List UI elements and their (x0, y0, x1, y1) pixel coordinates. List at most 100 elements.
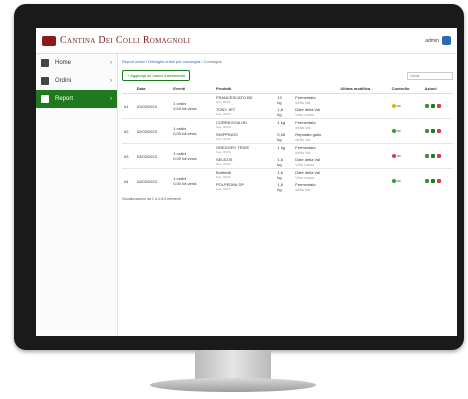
delete-icon[interactable] (436, 179, 441, 183)
product-cell[interactable]: POLPEDINI DP Seq. 00/00 (214, 181, 275, 193)
table-row: #1 01/03/2023 1 ordini 0,00 tot.vend. FRANCE… (122, 93, 453, 119)
desc-line-2: della Val (295, 137, 311, 142)
product-cell[interactable]: GREGORY TRIVE Seq. 00/00 (214, 143, 276, 156)
last-modified-cell (338, 93, 390, 119)
product-code: Seq. 00/00 (216, 125, 231, 129)
row-number: #2 (122, 118, 135, 144)
table-row: #2 02/03/2023 1 ordini 0,00 tot.vend. CORREG… (122, 118, 453, 144)
eventi-total: 0,00 tot.vend. (173, 131, 198, 136)
product-cell[interactable]: SELEZIS Seq. 00/00 (214, 156, 275, 169)
qty-unit: kg (277, 187, 282, 192)
view-icon[interactable] (424, 179, 429, 183)
status-dot-icon (391, 153, 396, 158)
table-header-row: Data Eventi Prodotti Ultima modifica Con… (122, 84, 453, 94)
desc-cell: Fermentato della Val (293, 118, 339, 131)
edit-icon[interactable] (430, 154, 435, 158)
sidebar-item-report[interactable]: Report › (36, 90, 117, 108)
orders-table: Data Eventi Prodotti Ultima modifica Con… (122, 84, 453, 193)
row-eventi: 1 ordini 0,00 tot.vend. (171, 118, 214, 144)
sidebar-item-ordini[interactable]: Ordini › (36, 72, 117, 90)
table-body: #1 01/03/2023 1 ordini 0,00 tot.vend. FRANCE… (122, 93, 453, 193)
qty-cell: 1 kg (275, 118, 294, 131)
row-date: 02/03/2023 (134, 118, 172, 144)
user-name: admin (425, 37, 439, 44)
col-data[interactable]: Data (134, 84, 172, 94)
col-controllo[interactable]: Controllo (389, 84, 423, 94)
qty-cell: 1,6 kg (275, 106, 293, 119)
edit-icon[interactable] (430, 129, 435, 133)
table-footer: Visualizzazione da 1 a 4 di 4 elementi (122, 197, 181, 201)
product-code: Seq. 00/00 (216, 150, 231, 154)
status-badge: no (391, 178, 401, 183)
home-icon (41, 59, 49, 67)
monitor-frame: Cantina Dei Colli Romagnoli admin Home ›… (14, 4, 464, 350)
desc-cell: Fermentato della Val (293, 143, 339, 156)
last-modified-cell (338, 118, 390, 144)
desc-cell: Date della Val Vino rosso (293, 168, 339, 181)
product-code: Seq. 00/00 (216, 175, 231, 179)
row-date: 04/03/2023 (134, 168, 172, 193)
qty-cell: 1,6 kg (275, 156, 293, 169)
desc-cell: Fermentato della Val (293, 181, 338, 193)
qty-cell: 1,6 kg (275, 181, 293, 193)
product-code: Seq. 00/00 (216, 187, 231, 191)
desc-line-2: Vino rosso (295, 162, 315, 167)
status-dot-icon (391, 128, 396, 133)
breadcrumb-root[interactable]: Report ordini (122, 59, 145, 64)
last-modified-cell (338, 168, 390, 193)
product-cell[interactable]: CORREGGIA HD Seq. 00/00 (214, 118, 276, 131)
product-cell[interactable]: FRANCESCATO BD Seq. 00/00 (214, 93, 276, 106)
product-cell[interactable]: Bottinelli Seq. 00/00 (214, 168, 276, 181)
status-badge: no (391, 128, 401, 133)
control-cell: no (389, 118, 423, 144)
col-eventi[interactable]: Eventi (171, 84, 214, 94)
brand[interactable]: Cantina Dei Colli Romagnoli (42, 35, 190, 46)
delete-icon[interactable] (436, 104, 441, 108)
desc-line-2: della Val (295, 150, 311, 155)
status-badge: no (391, 103, 401, 108)
monitor-base (150, 378, 316, 392)
edit-icon[interactable] (430, 104, 435, 108)
breadcrumb-middle[interactable]: Dettaglio ordini per consegna (148, 59, 200, 64)
chevron-right-icon: › (110, 60, 112, 66)
status-dot-icon (391, 178, 396, 183)
qty-cell: 12 kg (275, 93, 294, 106)
edit-icon[interactable] (430, 179, 435, 183)
row-eventi: 1 ordini 0,00 tot.vend. (171, 143, 214, 169)
status-badge: no (391, 153, 401, 158)
delete-icon[interactable] (436, 154, 441, 158)
product-cell[interactable]: SHIPPINGS Seq. 00/00 (214, 131, 275, 144)
product-cell[interactable]: TONY JET Seq. 00/00 (214, 106, 275, 119)
row-date: 03/03/2023 (134, 143, 172, 169)
qty-unit: kg (277, 100, 282, 105)
desc-line-2: della Val (295, 100, 311, 105)
desc-cell: Date della Val Vino rosso (293, 106, 338, 119)
qty-cell: 1,6 kg (275, 168, 294, 181)
desc-cell: Date della Val Vino rosso (293, 156, 338, 169)
add-entry-button[interactable]: + Aggiungi un nuovo inserimento (122, 70, 191, 81)
status-label: no (396, 128, 401, 133)
delete-icon[interactable] (436, 129, 441, 133)
breadcrumb-current: Consegne (203, 59, 222, 64)
col-ultima-modifica[interactable]: Ultima modifica (338, 84, 390, 94)
user-avatar-icon (442, 36, 451, 45)
eventi-total: 0,00 tot.vend. (173, 156, 198, 161)
view-icon[interactable] (424, 129, 429, 133)
monitor-stand (195, 350, 271, 380)
view-icon[interactable] (424, 104, 429, 108)
view-icon[interactable] (424, 154, 429, 158)
eventi-total: 0,00 tot.vend. (173, 181, 198, 186)
sidebar-item-home[interactable]: Home › (36, 54, 117, 72)
desc-line-2: della Val (295, 125, 311, 130)
user-menu[interactable]: admin (425, 36, 451, 45)
qty-unit: kg (277, 112, 282, 117)
col-qty (275, 84, 294, 94)
actions-cell (422, 93, 453, 119)
qty-value: 1 kg (277, 145, 285, 150)
search-input[interactable] (407, 71, 453, 80)
orders-icon (41, 77, 49, 85)
status-label: no (396, 103, 401, 108)
screen: Cantina Dei Colli Romagnoli admin Home ›… (36, 28, 457, 336)
col-prodotti[interactable]: Prodotti (214, 84, 276, 94)
col-desc (293, 84, 339, 94)
